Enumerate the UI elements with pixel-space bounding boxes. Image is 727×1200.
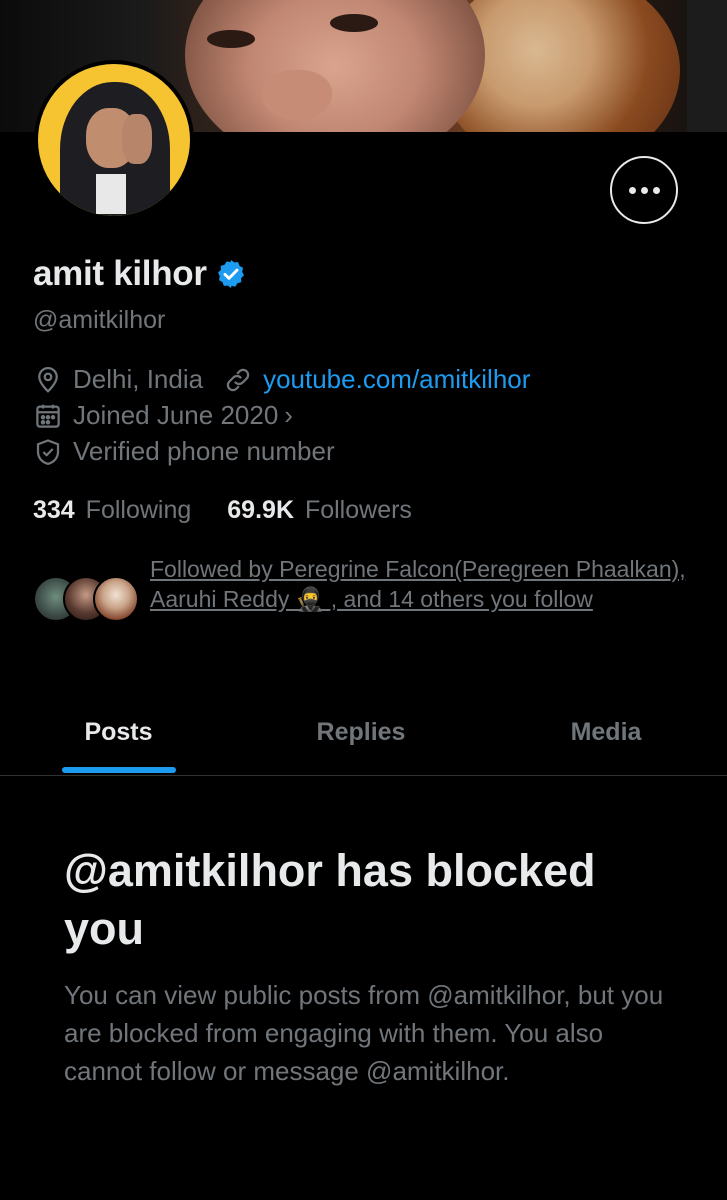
shield-check-icon xyxy=(36,438,60,465)
more-options-button[interactable] xyxy=(610,156,678,224)
banner-nose xyxy=(262,70,332,120)
tab-media-label: Media xyxy=(570,718,642,746)
profile-meta-verified-phone: Verified phone number xyxy=(33,436,335,467)
active-tab-indicator xyxy=(61,767,176,773)
profile-verified-phone: Verified phone number xyxy=(73,436,335,466)
following-label: Following xyxy=(85,496,192,524)
tab-replies[interactable]: Replies xyxy=(237,690,485,775)
followers-label: Followers xyxy=(304,496,412,524)
blocked-title: @amitkilhor has blocked you xyxy=(64,845,596,954)
profile-avatar[interactable] xyxy=(34,60,194,220)
calendar-icon xyxy=(36,404,60,428)
tab-posts-label: Posts xyxy=(84,718,153,746)
profile-website-link[interactable]: youtube.com/amitkilhor xyxy=(263,364,530,395)
tab-posts[interactable]: Posts xyxy=(0,690,237,775)
followers-stat[interactable]: 69.9K Followers xyxy=(227,496,412,525)
profile-name: amit kilhor xyxy=(33,254,207,293)
profile-name-row: amit kilhor xyxy=(33,254,247,294)
avatar-image xyxy=(38,64,190,216)
profile-tabs: Posts Replies Media xyxy=(0,690,727,776)
followed-by-section[interactable]: Followed by Peregrine Falcon(Peregreen P… xyxy=(33,554,693,644)
avatar-shirt xyxy=(96,174,126,214)
tab-replies-label: Replies xyxy=(316,718,406,746)
chevron-right-icon: › xyxy=(284,400,293,430)
following-stat[interactable]: 334 Following xyxy=(33,496,191,525)
link-icon xyxy=(226,368,250,391)
banner-eye-right xyxy=(330,14,378,32)
following-count: 334 xyxy=(33,496,75,524)
followed-by-text[interactable]: Followed by Peregrine Falcon(Peregreen P… xyxy=(150,554,690,614)
banner-eye-left xyxy=(207,30,255,48)
follower-avatar xyxy=(93,576,139,622)
profile-handle: @amitkilhor xyxy=(33,306,166,334)
profile-joined: Joined June 2020 xyxy=(73,400,279,430)
avatar-hand xyxy=(122,114,152,164)
profile-stats: 334 Following 69.9K Followers xyxy=(33,496,412,525)
blocked-message: You can view public posts from @amitkilh… xyxy=(64,980,664,1086)
profile-location: Delhi, India xyxy=(73,364,204,394)
followers-count: 69.9K xyxy=(227,496,294,524)
more-horizontal-icon xyxy=(628,186,660,194)
profile-meta-location-website: Delhi, India youtube.com/amitkilhor xyxy=(33,364,530,395)
location-pin-icon xyxy=(38,366,58,393)
tab-media[interactable]: Media xyxy=(485,690,727,775)
profile-meta-joined[interactable]: Joined June 2020 › xyxy=(33,400,293,431)
verified-badge-icon[interactable] xyxy=(215,258,247,290)
banner-edge xyxy=(687,0,727,132)
